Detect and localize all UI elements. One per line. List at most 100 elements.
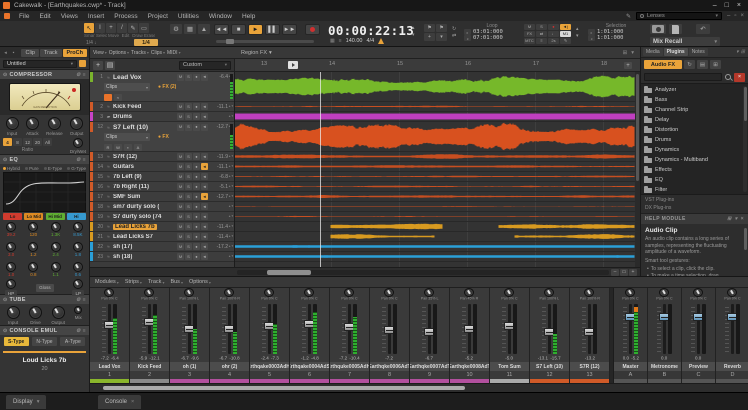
- strip-name[interactable]: Erthqake0003AdHr: [250, 362, 289, 371]
- mute-button[interactable]: M: [177, 253, 184, 260]
- mixer-strip-ohr-2-[interactable]: Pan 100% R-6.7-10.8ohr (2)4: [210, 288, 250, 383]
- track-name[interactable]: 7b Right (11): [113, 184, 177, 190]
- ratio-8-button[interactable]: 8: [13, 138, 22, 146]
- tab-plugins[interactable]: Plugins: [664, 48, 688, 56]
- input-echo-button[interactable]: ◄: [201, 124, 208, 131]
- track-gain-value[interactable]: -11.4: [209, 234, 228, 240]
- track-gain-value[interactable]: -12.7: [209, 194, 228, 200]
- clip-lane[interactable]: [235, 162, 635, 172]
- export-button[interactable]: [669, 24, 682, 34]
- mute-button[interactable]: M: [177, 183, 184, 190]
- plugin-folder-channel-strip[interactable]: Channel Strip: [644, 105, 742, 115]
- plugin-group-label[interactable]: DX Plug-ins: [645, 204, 744, 212]
- mdi-minimize-button[interactable]: –: [727, 13, 730, 19]
- clip-lane[interactable]: [235, 122, 635, 152]
- volume-value[interactable]: -7.2: [339, 356, 347, 361]
- strip-name[interactable]: Earthqke0006AdT: [370, 362, 409, 371]
- solo-button[interactable]: S: [185, 193, 192, 200]
- strip-name[interactable]: Master: [614, 362, 647, 371]
- input-echo-button[interactable]: ◄: [201, 153, 208, 160]
- loop-end-time[interactable]: 07:01:000: [473, 35, 503, 41]
- input-echo-button[interactable]: ◄: [201, 223, 208, 230]
- mix-module-button-8[interactable]: MTC: [524, 38, 535, 44]
- mix-module-button-6[interactable]: ♩: [548, 31, 559, 37]
- draw-tool[interactable]: ✎: [128, 23, 138, 33]
- menu-utilities[interactable]: Utilities: [173, 11, 204, 21]
- mix-module-button-0[interactable]: M: [524, 24, 535, 30]
- console-menu-strips[interactable]: Strips▾: [125, 279, 142, 285]
- input-echo-button[interactable]: ◄: [201, 193, 208, 200]
- strip-name[interactable]: Reverb: [716, 362, 748, 371]
- volume-value[interactable]: -1.2: [301, 356, 309, 361]
- input-knob[interactable]: [6, 117, 19, 130]
- eq-freq-knob[interactable]: [73, 222, 83, 232]
- region-fx-menu[interactable]: Region FX▾: [235, 50, 272, 56]
- pan-knob[interactable]: [104, 288, 114, 297]
- track-header[interactable]: 3▰DrumsMS●◄▴ ▾: [90, 112, 234, 122]
- input-echo-button[interactable]: ◄: [201, 233, 208, 240]
- ruler-add-icon[interactable]: +: [624, 62, 632, 69]
- hp-filter-button[interactable]: HP: [5, 290, 17, 296]
- ratio-20-button[interactable]: 20: [33, 138, 42, 146]
- pan-knob[interactable]: [264, 288, 274, 297]
- menu-icon[interactable]: ≡: [83, 72, 86, 78]
- track-header[interactable]: 18≈sm7 durty solo (MS●◄▴ ▾: [90, 202, 234, 212]
- mix-recall-dropdown[interactable]: Mix Recall ▾: [650, 37, 720, 46]
- mdi-restore-button[interactable]: ▫: [734, 13, 736, 19]
- tab-media[interactable]: Media: [643, 48, 663, 56]
- clip-lane[interactable]: [235, 222, 635, 232]
- automation-button-3[interactable]: A: [134, 144, 142, 151]
- track-gain-value[interactable]: -6.4: [209, 74, 228, 80]
- collapse-icon[interactable]: ▾: [735, 216, 738, 222]
- track-name[interactable]: Lead Licks S7: [113, 234, 177, 240]
- expand-icon[interactable]: ⊞: [710, 60, 721, 69]
- mix-module-button-1[interactable]: S: [536, 24, 547, 30]
- mute-button[interactable]: M: [177, 233, 184, 240]
- console-emulator-header[interactable]: ⊙ CONSOLE EMUL ⚙≡: [0, 325, 89, 335]
- mixer-strip-erthqake0004adst[interactable]: Pan 0% C-1.2-4.8Erthqake0004AdSt6: [290, 288, 330, 383]
- volume-value[interactable]: -13.2: [584, 356, 594, 361]
- track-name[interactable]: sh (18): [113, 254, 177, 260]
- strip-name[interactable]: S7 Left (10): [530, 362, 569, 371]
- minimize-button[interactable]: –: [713, 2, 717, 9]
- drywet-knob[interactable]: [73, 138, 83, 148]
- volume-value[interactable]: -7.2: [101, 356, 109, 361]
- help-scrollbar[interactable]: [743, 227, 747, 273]
- plugin-folder-dynamics[interactable]: Dynamics: [644, 145, 742, 155]
- solo-button[interactable]: S: [185, 203, 192, 210]
- metronome-icon[interactable]: [378, 38, 384, 44]
- zoom-in-button[interactable]: +: [629, 269, 637, 276]
- tempo-value[interactable]: 140.00: [346, 38, 363, 44]
- mixer-strip-reverb[interactable]: Pan 0% CReverbD: [716, 288, 748, 383]
- track-name[interactable]: Drums: [113, 114, 177, 120]
- pan-knob[interactable]: [384, 288, 394, 297]
- console-type-a-type[interactable]: A-Type: [60, 337, 85, 346]
- eq-q-knob[interactable]: [6, 262, 16, 272]
- track-name[interactable]: S7R (12): [113, 154, 177, 160]
- clear-search-button[interactable]: ×: [734, 73, 745, 82]
- plugin-folder-distortion[interactable]: Distortion: [644, 125, 742, 135]
- track-header[interactable]: 23≈sh (18)MS●◄▴ ▾: [90, 252, 234, 262]
- menu-views[interactable]: Views: [56, 11, 83, 21]
- volume-fader[interactable]: [188, 304, 191, 354]
- playhead[interactable]: [320, 72, 321, 267]
- mute-button[interactable]: M: [177, 193, 184, 200]
- track-header[interactable]: 20≈Lead Licks 7bMS●◄-11.4▴ ▾: [90, 222, 234, 232]
- browser-scrollbar[interactable]: [743, 86, 747, 192]
- arm-button[interactable]: ●: [193, 193, 200, 200]
- track-gain-value[interactable]: -11.1: [209, 104, 228, 110]
- power-icon[interactable]: ⊙: [3, 157, 8, 163]
- punch-in-icon[interactable]: ▴: [576, 26, 579, 32]
- console-menu-track[interactable]: Track▾: [148, 279, 165, 285]
- arm-button[interactable]: ●: [193, 153, 200, 160]
- mixer-strip-lead-vox[interactable]: Pan 0% C-7.2-6.4Lead Vox1: [90, 288, 130, 383]
- eq-gain-knob[interactable]: [51, 242, 61, 252]
- plugin-folder-delay[interactable]: Delay: [644, 115, 742, 125]
- strip-name[interactable]: Lead Vox: [90, 362, 129, 371]
- volume-fader[interactable]: [108, 304, 111, 354]
- plugin-folder-bass[interactable]: Bass: [644, 95, 742, 105]
- mix-module-button-10[interactable]: 2s: [548, 38, 559, 44]
- maximize-view-icon[interactable]: ⊞: [623, 50, 628, 56]
- mute-button[interactable]: M: [177, 203, 184, 210]
- track-header[interactable]: 16≈7b Right (11)MS●◄-5.1▴ ▾: [90, 182, 234, 192]
